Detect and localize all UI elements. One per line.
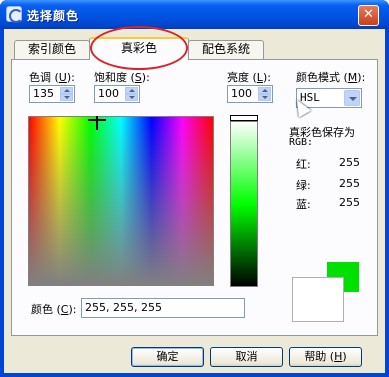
color-value-text[interactable]: 255, 255, 255 [85,301,162,314]
dialog-window: 选择颜色 ✕ 索引颜色 真彩色 配色系统 色调 (U): 135 饱和度 (S)… [0,0,389,377]
title-bar[interactable]: 选择颜色 ✕ [0,0,389,29]
hue-saturation-spectrum[interactable] [28,116,214,286]
crosshair-icon[interactable] [88,116,106,130]
annotation-ellipse [90,26,188,70]
window-border-right [385,29,389,377]
ok-button[interactable]: 确定 [131,347,204,367]
chevron-down-icon[interactable] [344,90,360,106]
chevron-down-icon[interactable] [60,94,73,101]
chevron-up-icon[interactable] [60,87,73,94]
luminance-slider[interactable] [230,121,258,287]
saturation-value[interactable]: 100 [98,87,119,100]
color-model-label: 颜色模式 (M): [296,71,366,84]
color-value-input[interactable]: 255, 255, 255 [81,298,245,318]
green-value: 255 [339,177,360,190]
hue-stepper[interactable]: 135 [29,85,75,103]
color-field-label: 颜色 (C): [31,303,77,316]
cancel-button[interactable]: 取消 [210,347,283,367]
tab-color-books[interactable]: 配色系统 [188,40,264,59]
luminance-slider-handle[interactable] [230,115,258,121]
blue-value: 255 [339,196,360,209]
window-border-bottom [0,373,389,377]
luminance-stepper[interactable]: 100 [227,85,273,103]
chevron-up-icon[interactable] [125,87,138,94]
current-color-swatch [292,277,344,322]
close-button[interactable]: ✕ [358,5,379,26]
blue-label: 蓝: [296,198,311,211]
spectrum-saturation-gradient [29,117,213,285]
luminance-value[interactable]: 100 [231,87,252,100]
green-label: 绿: [296,179,311,192]
chevron-down-icon[interactable] [125,94,138,101]
tab-index-color[interactable]: 索引颜色 [14,40,90,59]
help-button[interactable]: 帮助 (H) [289,347,362,367]
hue-label: 色调 (U): [29,71,75,84]
saturation-label: 饱和度 (S): [94,71,150,84]
luminance-label: 亮度 (L): [227,71,271,84]
chevron-down-icon[interactable] [258,94,271,101]
hue-value[interactable]: 135 [33,87,54,100]
red-label: 红: [296,158,311,171]
color-dialog-icon [6,6,23,23]
red-value: 255 [339,156,360,169]
saturation-stepper[interactable]: 100 [94,85,140,103]
chevron-up-icon[interactable] [258,87,271,94]
dialog-title: 选择颜色 [27,9,80,23]
rgb-section-subtitle: RGB: [289,137,314,148]
